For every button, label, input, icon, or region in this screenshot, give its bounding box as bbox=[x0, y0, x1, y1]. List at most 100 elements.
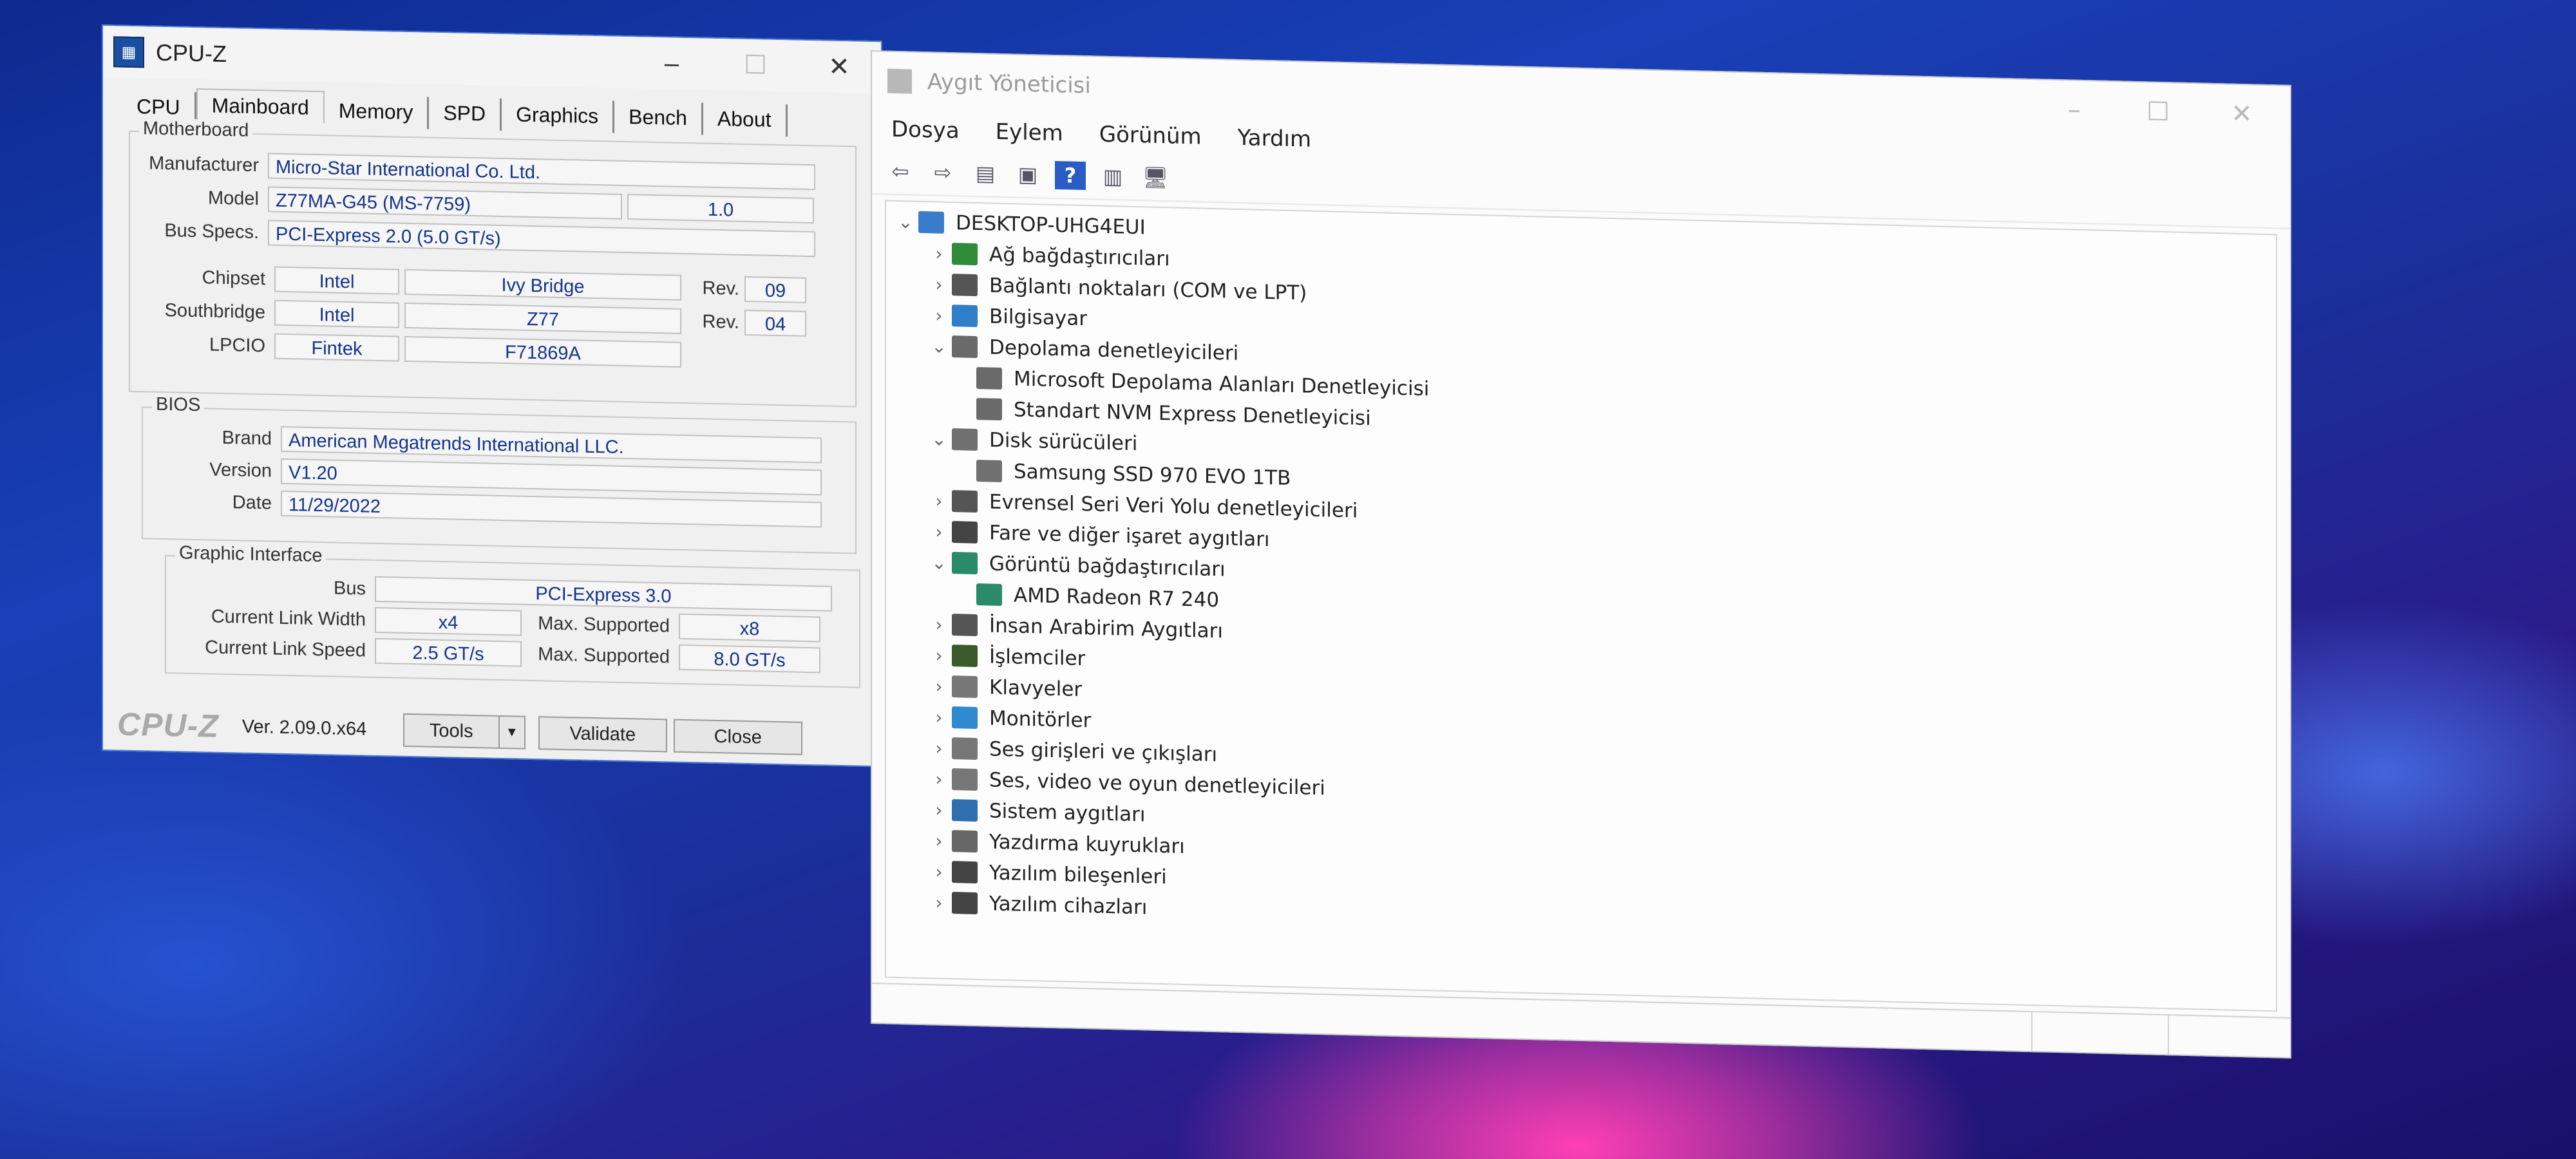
southbridge-rev-value: 04 bbox=[744, 309, 806, 337]
link-width-label: Current Link Width bbox=[211, 606, 366, 630]
chevron-right-icon[interactable]: › bbox=[926, 305, 952, 326]
tab-bench[interactable]: Bench bbox=[614, 100, 703, 135]
chevron-right-icon[interactable]: › bbox=[926, 521, 952, 543]
tree-category-item[interactable]: ⌄ Depolama denetleyicileri bbox=[926, 331, 1238, 368]
help-icon[interactable]: ? bbox=[1055, 160, 1086, 191]
chevron-right-icon[interactable]: › bbox=[926, 243, 952, 265]
chevron-right-icon[interactable]: › bbox=[926, 830, 952, 852]
tree-item-label: Ses girişleri ve çıkışları bbox=[989, 737, 1218, 767]
tree-category-item[interactable]: ⌄ Disk sürücüleri bbox=[926, 424, 1137, 458]
action-pane-icon[interactable]: ▥ bbox=[1097, 162, 1128, 191]
chevron-right-icon[interactable]: › bbox=[926, 614, 952, 636]
chevron-down-icon[interactable]: ⌄ bbox=[926, 335, 952, 357]
maximize-button[interactable]: ☐ bbox=[2116, 82, 2200, 142]
device-manager-window: Aygıt Yöneticisi – ☐ ✕ Dosya Eylem Görün… bbox=[871, 50, 2291, 1059]
cpuz-version: Ver. 2.09.0.x64 bbox=[242, 716, 367, 740]
tree-item-label: Standart NVM Express Denetleyicisi bbox=[1014, 398, 1371, 430]
tree-category-item[interactable]: › Ağ bağdaştırıcıları bbox=[926, 238, 1170, 274]
menu-yardim[interactable]: Yardım bbox=[1238, 125, 1311, 153]
bios-group-label: BIOS bbox=[152, 393, 205, 417]
chipset-vendor-value: Intel bbox=[274, 266, 399, 295]
graphic-bus-value: PCI-Express 3.0 bbox=[375, 576, 832, 612]
tree-category-item[interactable]: › Monitörler bbox=[926, 702, 1091, 735]
tree-item-label: İnsan Arabirim Aygıtları bbox=[989, 614, 1223, 643]
chevron-down-icon[interactable]: ⌄ bbox=[926, 552, 952, 574]
chevron-right-icon[interactable]: › bbox=[926, 861, 952, 883]
tools-dropdown-button[interactable]: ▼ bbox=[499, 715, 526, 749]
tab-spd[interactable]: SPD bbox=[429, 97, 502, 131]
chevron-right-icon[interactable]: › bbox=[926, 737, 952, 759]
display-adapter-icon bbox=[952, 552, 978, 575]
minimize-button[interactable]: – bbox=[2032, 80, 2116, 140]
disk-icon bbox=[952, 428, 978, 451]
tree-category-item[interactable]: › Yazılım cihazları bbox=[926, 887, 1147, 922]
tree-item-label: Ağ bağdaştırıcıları bbox=[989, 243, 1170, 271]
tree-category-item[interactable]: › İnsan Arabirim Aygıtları bbox=[926, 609, 1223, 646]
tab-about[interactable]: About bbox=[703, 102, 788, 137]
tree-category-item[interactable]: › Bilgisayar bbox=[926, 300, 1087, 334]
menu-eylem[interactable]: Eylem bbox=[996, 119, 1063, 147]
software-component-icon bbox=[952, 861, 978, 884]
close-button[interactable]: ✕ bbox=[2200, 84, 2284, 144]
chevron-right-icon[interactable]: › bbox=[926, 645, 952, 666]
maximize-button: ☐ bbox=[744, 50, 767, 80]
display-adapter-icon bbox=[976, 583, 1002, 606]
storage-controller-icon bbox=[952, 335, 978, 359]
chevron-right-icon[interactable]: › bbox=[926, 274, 952, 296]
validate-button[interactable]: Validate bbox=[538, 716, 667, 753]
bios-date-label: Date bbox=[232, 491, 272, 514]
monitor-icon bbox=[952, 706, 978, 730]
properties-icon[interactable]: ▣ bbox=[1012, 160, 1043, 189]
chevron-right-icon[interactable]: › bbox=[926, 675, 952, 697]
tree-category-item[interactable]: › Yazılım bileşenleri bbox=[926, 856, 1166, 892]
bios-date-value: 11/29/2022 bbox=[281, 490, 822, 528]
chevron-right-icon[interactable]: › bbox=[926, 799, 952, 821]
tab-graphics[interactable]: Graphics bbox=[502, 99, 615, 133]
tree-category-item[interactable]: › İşlemciler bbox=[926, 640, 1085, 674]
max-speed-value: 8.0 GT/s bbox=[679, 644, 820, 674]
tab-mainboard[interactable]: Mainboard bbox=[196, 88, 325, 124]
chevron-right-icon[interactable]: › bbox=[926, 706, 952, 728]
link-width-value: x4 bbox=[375, 607, 522, 636]
tree-category-item[interactable]: › Sistem aygıtları bbox=[926, 795, 1145, 829]
cpuz-title: CPU-Z bbox=[156, 39, 227, 68]
tree-item-label: Bağlantı noktaları (COM ve LPT) bbox=[989, 274, 1307, 305]
tree-root-label: DESKTOP-UHG4EUI bbox=[956, 211, 1146, 240]
tree-category-item[interactable]: › Yazdırma kuyrukları bbox=[926, 825, 1185, 862]
port-icon bbox=[952, 274, 978, 297]
tree-category-item[interactable]: › Klavyeler bbox=[926, 671, 1082, 704]
menu-gorunum[interactable]: Görünüm bbox=[1099, 122, 1202, 150]
tools-button[interactable]: Tools bbox=[402, 713, 500, 749]
menu-dosya[interactable]: Dosya bbox=[891, 117, 960, 144]
minimize-button[interactable]: – bbox=[630, 37, 714, 90]
chevron-right-icon[interactable]: › bbox=[926, 490, 952, 512]
storage-controller-icon bbox=[976, 367, 1002, 390]
tab-memory[interactable]: Memory bbox=[324, 95, 430, 129]
tree-root[interactable]: ⌄ DESKTOP-UHG4EUI bbox=[893, 207, 1146, 243]
forward-arrow-icon[interactable]: ⇨ bbox=[927, 158, 958, 187]
tree-category-item[interactable]: › Ses girişleri ve çıkışları bbox=[926, 733, 1217, 769]
close-button[interactable]: ✕ bbox=[797, 41, 881, 94]
tree-item-label: Bilgisayar bbox=[989, 305, 1088, 331]
tree-item-label: Yazılım cihazları bbox=[989, 892, 1148, 919]
chevron-down-icon[interactable]: ⌄ bbox=[893, 211, 918, 233]
tree-item-label: Monitörler bbox=[989, 706, 1092, 733]
scan-hardware-icon[interactable]: 🖥 bbox=[1140, 163, 1171, 192]
bios-brand-value: American Megatrends International LLC. bbox=[281, 426, 822, 464]
device-manager-title: Aygıt Yöneticisi bbox=[927, 69, 1091, 99]
processor-icon bbox=[952, 645, 978, 668]
tree-category-item[interactable]: ⌄ Görüntü bağdaştırıcıları bbox=[926, 547, 1225, 584]
close-button[interactable]: Close bbox=[673, 719, 802, 755]
tree-device-item[interactable]: AMD Radeon R7 240 bbox=[976, 580, 1219, 615]
lpcio-name-value: F71869A bbox=[404, 335, 681, 368]
status-cell-2 bbox=[2032, 1012, 2169, 1055]
chevron-down-icon[interactable]: ⌄ bbox=[926, 428, 952, 450]
back-arrow-icon[interactable]: ⇦ bbox=[885, 157, 916, 186]
tree-item-label: Microsoft Depolama Alanları Denetleyicis… bbox=[1014, 367, 1430, 401]
graphic-interface-group-label: Graphic Interface bbox=[175, 542, 327, 567]
show-hide-console-tree-icon[interactable]: ▤ bbox=[970, 159, 1001, 188]
chevron-right-icon[interactable]: › bbox=[926, 768, 952, 790]
keyboard-icon bbox=[952, 675, 978, 699]
tree-item-label: Yazdırma kuyrukları bbox=[989, 830, 1185, 858]
chevron-right-icon[interactable]: › bbox=[926, 892, 952, 914]
